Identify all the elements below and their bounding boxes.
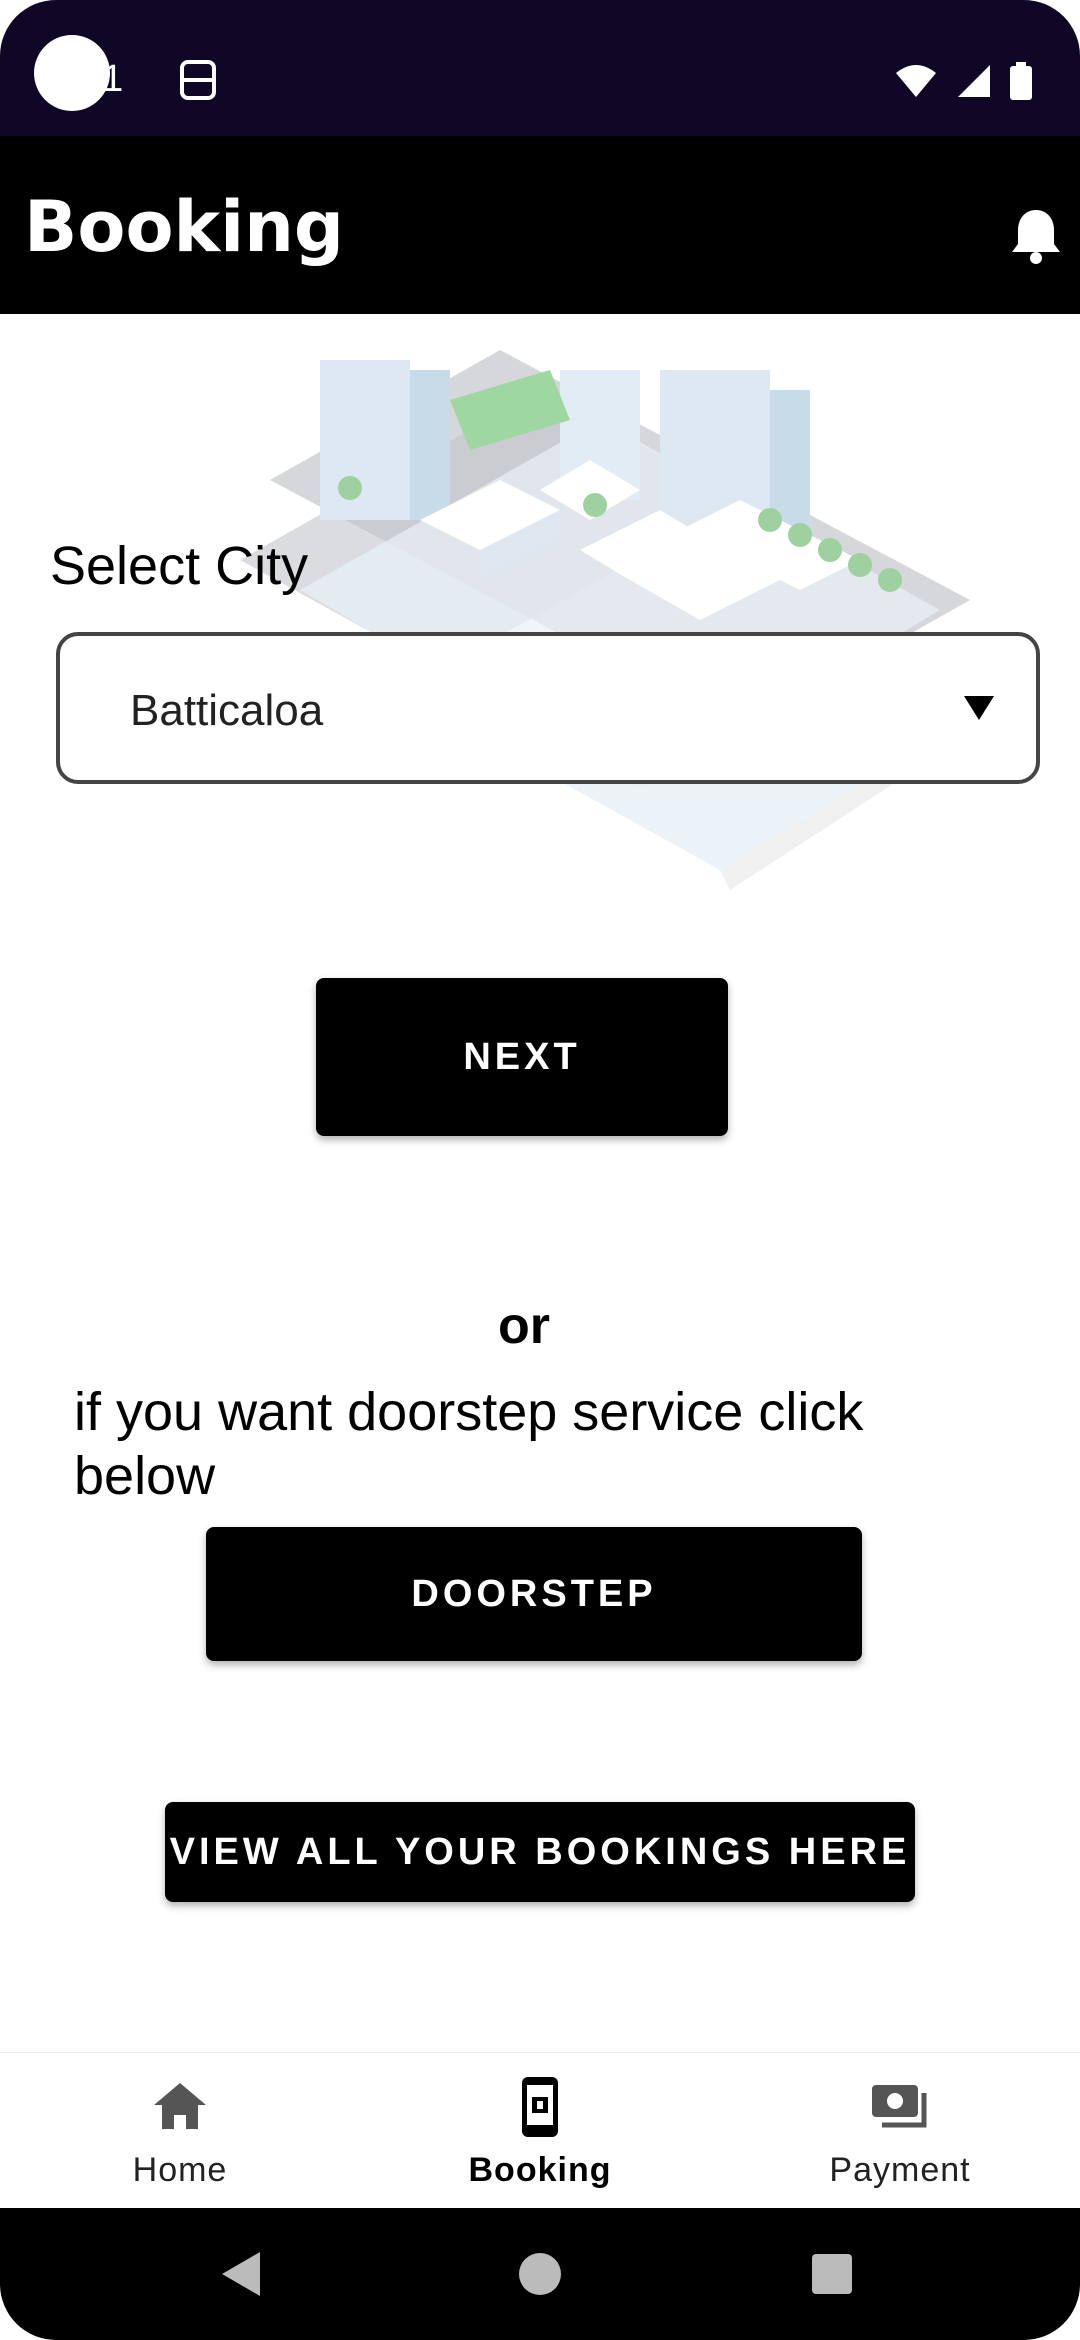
bell-icon[interactable] (1008, 206, 1064, 266)
status-bar: 01 (0, 0, 1080, 136)
signal-icon (958, 65, 990, 97)
recents-icon[interactable] (812, 2254, 852, 2294)
nav-label-payment: Payment (829, 2151, 971, 2189)
or-separator: or (498, 1297, 550, 1355)
nav-item-home[interactable]: Home (0, 2053, 360, 2209)
payment-icon (872, 2085, 927, 2128)
back-icon[interactable] (222, 2252, 260, 2296)
nav-label-home: Home (132, 2151, 228, 2189)
app-bar: Booking (0, 136, 1080, 314)
page-title: Booking (24, 186, 345, 268)
wifi-icon (896, 65, 936, 97)
battery-icon (1010, 62, 1032, 100)
dropdown-arrow-icon (964, 696, 994, 720)
select-city-label: Select City (50, 536, 309, 596)
nav-label-booking: Booking (468, 2151, 612, 2189)
city-dropdown[interactable]: Batticaloa (56, 632, 1040, 784)
city-illustration (240, 350, 970, 890)
doorstep-prompt: if you want doorstep service click below (74, 1382, 864, 1506)
home-circle-icon[interactable] (519, 2253, 561, 2295)
city-dropdown-value: Batticaloa (130, 686, 324, 735)
sim-icon (180, 60, 216, 100)
nav-item-payment[interactable]: Payment (720, 2053, 1080, 2209)
doorstep-button[interactable]: DOORSTEP (206, 1527, 862, 1661)
home-icon (154, 2083, 206, 2129)
view-bookings-button[interactable]: VIEW ALL YOUR BOOKINGS HERE (165, 1802, 915, 1902)
booking-icon (522, 2077, 558, 2137)
bottom-navigation: Home Booking Payment (0, 2052, 1080, 2209)
nav-item-booking[interactable]: Booking (360, 2053, 720, 2209)
system-navigation-bar (0, 2208, 1080, 2340)
next-button[interactable]: NEXT (316, 978, 728, 1136)
camera-cutout (34, 35, 110, 111)
